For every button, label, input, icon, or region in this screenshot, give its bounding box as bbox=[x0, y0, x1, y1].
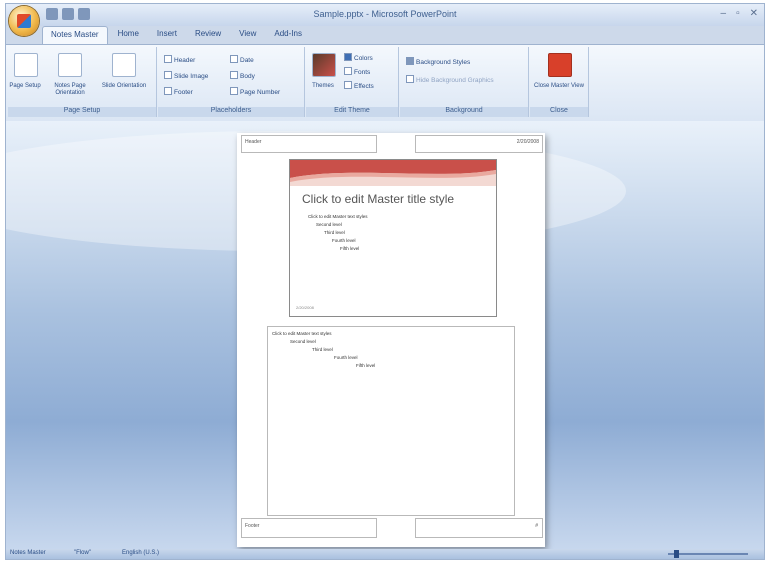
notes-bullet-3: Third level bbox=[312, 347, 333, 352]
page-number-placeholder[interactable]: # bbox=[415, 518, 543, 538]
notes-page: Header 2/20/2008 Click to edit Master ti… bbox=[237, 133, 545, 547]
office-logo-icon bbox=[17, 14, 31, 28]
slide-bullet-2: Second level bbox=[316, 222, 342, 227]
zoom-slider-knob[interactable] bbox=[674, 550, 679, 558]
close-window-button[interactable]: ✕ bbox=[750, 8, 758, 19]
notes-page-orientation-button[interactable]: Notes Page Orientation bbox=[44, 83, 96, 97]
tab-review[interactable]: Review bbox=[187, 26, 229, 44]
notes-bullet-1: Click to edit Master text styles bbox=[272, 331, 332, 336]
close-master-view-button[interactable]: Close Master View bbox=[532, 83, 586, 90]
minimize-button[interactable]: – bbox=[721, 8, 727, 19]
slide-date-placeholder: 2/20/2008 bbox=[296, 305, 314, 310]
tab-home[interactable]: Home bbox=[110, 26, 147, 44]
slide-bullet-4: Fourth level bbox=[332, 238, 356, 243]
status-language[interactable]: English (U.S.) bbox=[122, 550, 159, 556]
tab-view[interactable]: View bbox=[231, 26, 264, 44]
hide-background-graphics-checkbox[interactable]: Hide Background Graphics bbox=[406, 75, 494, 84]
notes-master-workspace: Header 2/20/2008 Click to edit Master ti… bbox=[6, 121, 764, 551]
slide-title: Click to edit Master title style bbox=[302, 192, 455, 206]
office-button[interactable] bbox=[9, 6, 39, 36]
tab-add-ins[interactable]: Add-Ins bbox=[266, 26, 310, 44]
slide-bullet-3: Third level bbox=[324, 230, 345, 235]
background-group: Background Styles Hide Background Graphi… bbox=[400, 47, 529, 117]
header-placeholder[interactable]: Header bbox=[241, 135, 377, 153]
ribbon: Page Setup Notes Page Orientation Slide … bbox=[6, 44, 764, 122]
page-setup-button[interactable]: Page Setup bbox=[8, 83, 42, 90]
placeholders-group: Header Slide Image Footer Date Body Page… bbox=[158, 47, 305, 117]
date-checkbox[interactable]: Date bbox=[230, 55, 254, 64]
slide-orientation-icon[interactable] bbox=[112, 53, 136, 77]
slide-bullet-5: Fifth level bbox=[340, 246, 360, 251]
window-controls: – ▫ ✕ bbox=[721, 8, 759, 19]
slide-bullet-1: Click to edit Master text styles bbox=[308, 214, 368, 219]
placeholders-group-label: Placeholders bbox=[158, 107, 304, 117]
footer-checkbox[interactable]: Footer bbox=[164, 87, 193, 96]
close-group-label: Close bbox=[530, 107, 588, 117]
slide-image-placeholder[interactable]: Click to edit Master title style Click t… bbox=[289, 159, 497, 317]
effects-button[interactable]: Effects bbox=[344, 81, 374, 90]
themes-icon[interactable] bbox=[312, 53, 336, 77]
background-styles-button[interactable]: Background Styles bbox=[406, 57, 470, 66]
footer-placeholder[interactable]: Footer bbox=[241, 518, 377, 538]
status-theme-name: "Flow" bbox=[74, 550, 91, 556]
status-view-name: Notes Master bbox=[10, 550, 46, 556]
notes-orientation-icon[interactable] bbox=[58, 53, 82, 77]
background-group-label: Background bbox=[400, 107, 528, 117]
notes-body-placeholder[interactable]: Click to edit Master text styles Second … bbox=[267, 326, 515, 516]
status-bar: Notes Master "Flow" English (U.S.) bbox=[6, 549, 764, 559]
notes-bullet-4: Fourth level bbox=[334, 355, 358, 360]
title-bar: Sample.pptx - Microsoft PowerPoint – ▫ ✕ bbox=[6, 4, 764, 26]
page-setup-group-label: Page Setup bbox=[8, 107, 156, 117]
notes-bullet-5: Fifth level bbox=[356, 363, 376, 368]
edit-theme-group: Themes Colors Fonts Effects Edit Theme bbox=[306, 47, 399, 117]
date-placeholder[interactable]: 2/20/2008 bbox=[415, 135, 543, 153]
tab-notes-master[interactable]: Notes Master bbox=[42, 26, 108, 44]
page-number-checkbox[interactable]: Page Number bbox=[230, 87, 280, 96]
ribbon-tabs: Notes Master Home Insert Review View Add… bbox=[42, 26, 310, 44]
tab-insert[interactable]: Insert bbox=[149, 26, 185, 44]
header-checkbox[interactable]: Header bbox=[164, 55, 195, 64]
fonts-button[interactable]: Fonts bbox=[344, 67, 370, 76]
zoom-slider-track[interactable] bbox=[668, 553, 748, 555]
close-group: Close Master View Close bbox=[530, 47, 589, 117]
notes-bullet-2: Second level bbox=[290, 339, 316, 344]
edit-theme-group-label: Edit Theme bbox=[306, 107, 398, 117]
maximize-button[interactable]: ▫ bbox=[736, 8, 740, 19]
powerpoint-window: Sample.pptx - Microsoft PowerPoint – ▫ ✕… bbox=[5, 3, 765, 560]
zoom-slider[interactable] bbox=[608, 550, 758, 558]
slide-orientation-button[interactable]: Slide Orientation bbox=[100, 83, 148, 90]
slide-header-swoosh bbox=[290, 160, 496, 186]
window-title: Sample.pptx - Microsoft PowerPoint bbox=[313, 9, 457, 19]
close-master-view-icon[interactable] bbox=[548, 53, 572, 77]
body-checkbox[interactable]: Body bbox=[230, 71, 255, 80]
slide-image-checkbox[interactable]: Slide Image bbox=[164, 71, 208, 80]
page-setup-group: Page Setup Notes Page Orientation Slide … bbox=[8, 47, 157, 117]
colors-button[interactable]: Colors bbox=[344, 53, 373, 62]
page-setup-icon[interactable] bbox=[14, 53, 38, 77]
themes-button[interactable]: Themes bbox=[306, 83, 340, 90]
